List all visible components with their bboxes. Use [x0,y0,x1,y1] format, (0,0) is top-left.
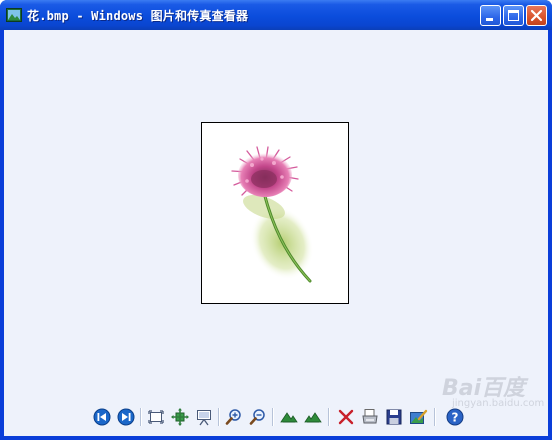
rotate-counterclockwise-icon [304,412,322,423]
previous-image-button[interactable] [92,407,112,427]
window-title: 花.bmp - Windows 图片和传真查看器 [27,9,249,23]
help-button[interactable]: ? [445,407,465,427]
close-button[interactable] [526,5,547,26]
edit-icon [410,409,428,424]
maximize-button[interactable] [503,5,524,26]
save-button[interactable] [384,407,404,427]
toolbar-separator [218,408,220,426]
viewer-window: 花.bmp - Windows 图片和传真查看器 ? Bai百度 jingyan… [0,0,552,440]
help-icon: ? [446,408,464,426]
svg-text:?: ? [452,411,459,425]
toolbar-separator [328,408,330,426]
minimize-icon [486,18,493,21]
baidu-watermark-url: jingyan.baidu.com [452,398,545,409]
actual-size-icon [171,408,189,426]
slideshow-icon [197,410,211,426]
delete-icon [338,409,354,425]
picture-viewer-app-icon[interactable] [6,7,22,23]
close-icon [530,9,543,22]
next-image-button[interactable] [116,407,136,427]
title-bar[interactable]: 花.bmp - Windows 图片和传真查看器 [0,0,552,30]
rotate-counterclockwise-button[interactable] [303,407,323,427]
next-icon [117,408,135,426]
toolbar-separator [140,408,142,426]
zoom-in-button[interactable] [224,407,244,427]
zoom-out-button[interactable] [248,407,268,427]
actual-size-button[interactable] [170,407,190,427]
slideshow-button[interactable] [194,407,214,427]
rotate-clockwise-icon [280,412,298,423]
zoom-in-icon [225,409,241,425]
viewer-toolbar: ? [88,405,488,429]
print-icon [362,409,378,424]
toolbar-separator [272,408,274,426]
displayed-image [201,122,349,304]
minimize-button[interactable] [480,5,501,26]
previous-icon [93,408,111,426]
save-icon [386,409,402,425]
maximize-icon [508,10,519,21]
delete-button[interactable] [336,407,356,427]
edit-button[interactable] [408,407,428,427]
toolbar-separator [434,408,436,426]
flower-picture [231,146,314,283]
best-fit-icon [148,410,164,424]
best-fit-button[interactable] [146,407,166,427]
print-button[interactable] [360,407,380,427]
rotate-clockwise-button[interactable] [279,407,299,427]
zoom-out-icon [249,409,265,425]
